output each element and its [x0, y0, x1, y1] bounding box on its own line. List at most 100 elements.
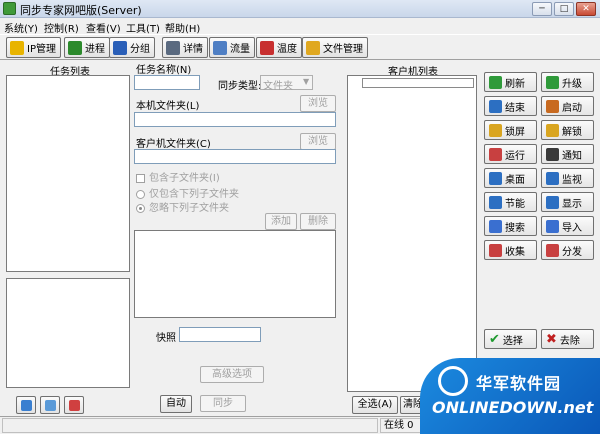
toolbar-label: 文件管理: [323, 44, 363, 55]
menu-system[interactable]: 系统(Y): [4, 20, 38, 35]
checkbox-box: [136, 173, 145, 183]
add-task-button[interactable]: [16, 396, 36, 414]
notify-icon: [546, 147, 559, 161]
ignore-radio[interactable]: 忽略下列子文件夹: [136, 199, 229, 214]
client-list[interactable]: [347, 75, 477, 392]
watermark-logo-icon: [438, 366, 468, 396]
browse-local-button[interactable]: 浏览: [300, 95, 336, 112]
upgrade-button[interactable]: 升级: [541, 72, 594, 92]
snapshot-label: 快照: [156, 333, 176, 344]
sync-type-label: 同步类型:: [218, 81, 262, 92]
power-save-button[interactable]: 节能: [484, 192, 537, 212]
import-button[interactable]: 导入: [541, 216, 594, 236]
display-icon: [546, 195, 559, 209]
monitor-icon: [546, 171, 559, 185]
toolbar-group-button[interactable]: 分组: [109, 37, 155, 58]
delete-task-button[interactable]: [64, 396, 84, 414]
auto-button[interactable]: 自动: [160, 395, 192, 413]
action-label: 锁屏: [505, 126, 525, 138]
only-include-radio[interactable]: 仅包含下列子文件夹: [136, 185, 239, 200]
distribute-button[interactable]: 分发: [541, 240, 594, 260]
subfolder-list[interactable]: [134, 230, 336, 318]
menu-control[interactable]: 控制(R): [44, 20, 79, 35]
display-button[interactable]: 显示: [541, 192, 594, 212]
toolbar-file-manager-button[interactable]: 文件管理: [302, 37, 368, 58]
close-button[interactable]: ✕: [576, 2, 596, 16]
sync-type-select[interactable]: 文件夹 ▼: [260, 75, 313, 92]
action-label: 启动: [562, 102, 582, 114]
remove-button[interactable]: ✖ 去除: [541, 329, 594, 349]
toolbar-process-button[interactable]: 进程: [64, 37, 110, 58]
local-folder-label: 本机文件夹(L): [136, 101, 200, 112]
desktop-button[interactable]: 桌面: [484, 168, 537, 188]
toolbar-details-button[interactable]: 详情: [162, 37, 208, 58]
minimize-button[interactable]: ─: [532, 2, 552, 16]
group-icon: [113, 40, 127, 55]
delete-subfolder-button[interactable]: 删除: [300, 213, 336, 230]
task-name-input[interactable]: [134, 75, 200, 90]
action-label: 升级: [562, 78, 582, 90]
x-icon: ✖: [546, 331, 557, 347]
collect-button[interactable]: 收集: [484, 240, 537, 260]
menu-tools[interactable]: 工具(T): [126, 20, 160, 35]
snapshot-input[interactable]: [179, 327, 261, 342]
thermometer-icon: [260, 40, 274, 55]
task-list[interactable]: [6, 75, 130, 272]
sync-button[interactable]: 同步: [200, 395, 246, 412]
search-button[interactable]: 搜索: [484, 216, 537, 236]
unlock-button[interactable]: 解锁: [541, 120, 594, 140]
ignore-label: 忽略下列子文件夹: [149, 203, 229, 214]
monitor-button[interactable]: 监视: [541, 168, 594, 188]
client-list-header: [362, 78, 474, 88]
advanced-options-button[interactable]: 高级选项: [200, 366, 264, 383]
start-icon: [546, 99, 559, 113]
toolbar-label: 分组: [130, 44, 150, 55]
checkmark-icon: ✔: [489, 331, 500, 347]
toolbar-label: 温度: [277, 44, 297, 55]
refresh-button[interactable]: 刷新: [484, 72, 537, 92]
end-button[interactable]: 结束: [484, 96, 537, 116]
details-icon: [166, 40, 180, 55]
maximize-button[interactable]: □: [554, 2, 574, 16]
include-subfolders-checkbox[interactable]: 包含子文件夹(I): [136, 169, 220, 184]
distribute-icon: [546, 243, 559, 257]
watermark: 华军软件园 ONLINEDOWN.net: [420, 358, 600, 434]
toolbar-traffic-button[interactable]: 流量: [209, 37, 255, 58]
file-manager-icon: [306, 40, 320, 55]
action-label: 节能: [505, 198, 525, 210]
copy-task-button[interactable]: [40, 396, 60, 414]
select-all-button[interactable]: 全选(A): [352, 396, 398, 414]
task-detail-list[interactable]: [6, 278, 130, 388]
add-subfolder-button[interactable]: 添加: [265, 213, 297, 230]
lock-screen-button[interactable]: 锁屏: [484, 120, 537, 140]
network-icon: [10, 40, 24, 55]
add-task-icon: [20, 400, 32, 411]
notify-button[interactable]: 通知: [541, 144, 594, 164]
select-label: 选择: [502, 335, 523, 347]
toolbar-temperature-button[interactable]: 温度: [256, 37, 302, 58]
task-name-label: 任务名称(N): [136, 65, 192, 76]
local-folder-input[interactable]: [134, 112, 336, 127]
toolbar-ip-manage-button[interactable]: IP管理: [6, 37, 61, 58]
action-label: 监视: [562, 174, 582, 186]
run-button[interactable]: 运行: [484, 144, 537, 164]
browse-client-button[interactable]: 浏览: [300, 133, 336, 150]
desktop-icon: [489, 171, 502, 185]
toolbar-label: IP管理: [27, 44, 56, 55]
chevron-down-icon: ▼: [303, 77, 310, 86]
action-label: 运行: [505, 150, 525, 162]
include-subfolders-label: 包含子文件夹(I): [149, 173, 220, 184]
action-label: 刷新: [505, 78, 525, 90]
action-label: 显示: [562, 198, 582, 210]
menu-view[interactable]: 查看(V): [86, 20, 121, 35]
sync-type-value: 文件夹: [263, 81, 293, 92]
select-button[interactable]: ✔ 选择: [484, 329, 537, 349]
menu-help[interactable]: 帮助(H): [165, 20, 200, 35]
collect-icon: [489, 243, 502, 257]
action-label: 解锁: [562, 126, 582, 138]
action-label: 分发: [562, 246, 582, 258]
client-folder-input[interactable]: [134, 149, 336, 164]
start-button[interactable]: 启动: [541, 96, 594, 116]
delete-task-icon: [68, 400, 80, 411]
process-icon: [68, 40, 82, 55]
